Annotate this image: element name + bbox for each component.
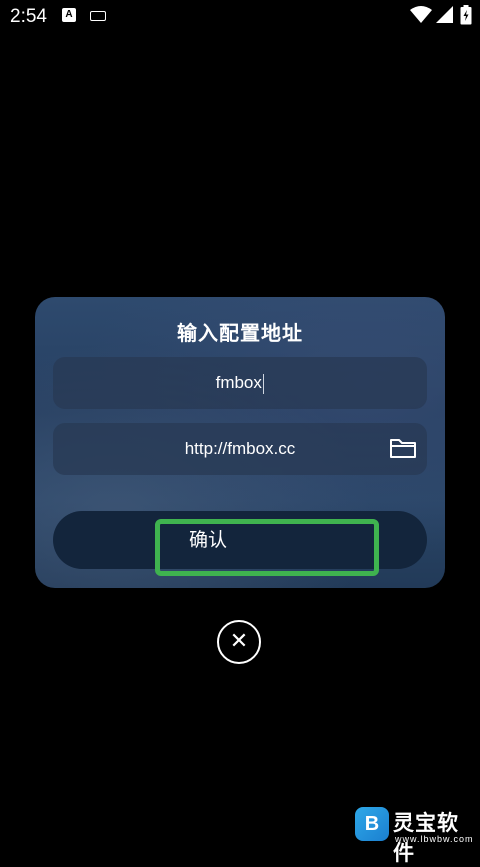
close-button[interactable]: ✕	[217, 620, 261, 664]
name-input-text-wrap: fmbox	[53, 357, 427, 409]
dialog-title: 输入配置地址	[177, 321, 303, 345]
watermark-url: www.lbwbw.com	[395, 834, 474, 844]
watermark: B 灵宝软件 www.lbwbw.com	[355, 805, 475, 865]
url-input[interactable]: http://fmbox.cc	[53, 423, 427, 475]
highlight-box	[155, 519, 379, 576]
watermark-logo: B	[355, 807, 389, 841]
watermark-logo-letter: B	[364, 813, 380, 835]
status-time: 2:54	[10, 6, 47, 27]
signal-icon	[436, 6, 453, 23]
keyboard-icon	[90, 11, 106, 21]
status-bar: 2:54 A	[0, 0, 480, 34]
a-notification-icon: A	[62, 8, 76, 22]
close-icon: ✕	[229, 629, 249, 654]
wifi-icon	[410, 6, 432, 23]
battery-icon	[460, 5, 472, 25]
folder-icon[interactable]	[389, 436, 417, 460]
text-caret	[262, 373, 265, 394]
url-input-value: http://fmbox.cc	[184, 439, 296, 458]
name-input[interactable]: fmbox	[53, 357, 427, 409]
name-input-value: fmbox	[215, 373, 262, 392]
